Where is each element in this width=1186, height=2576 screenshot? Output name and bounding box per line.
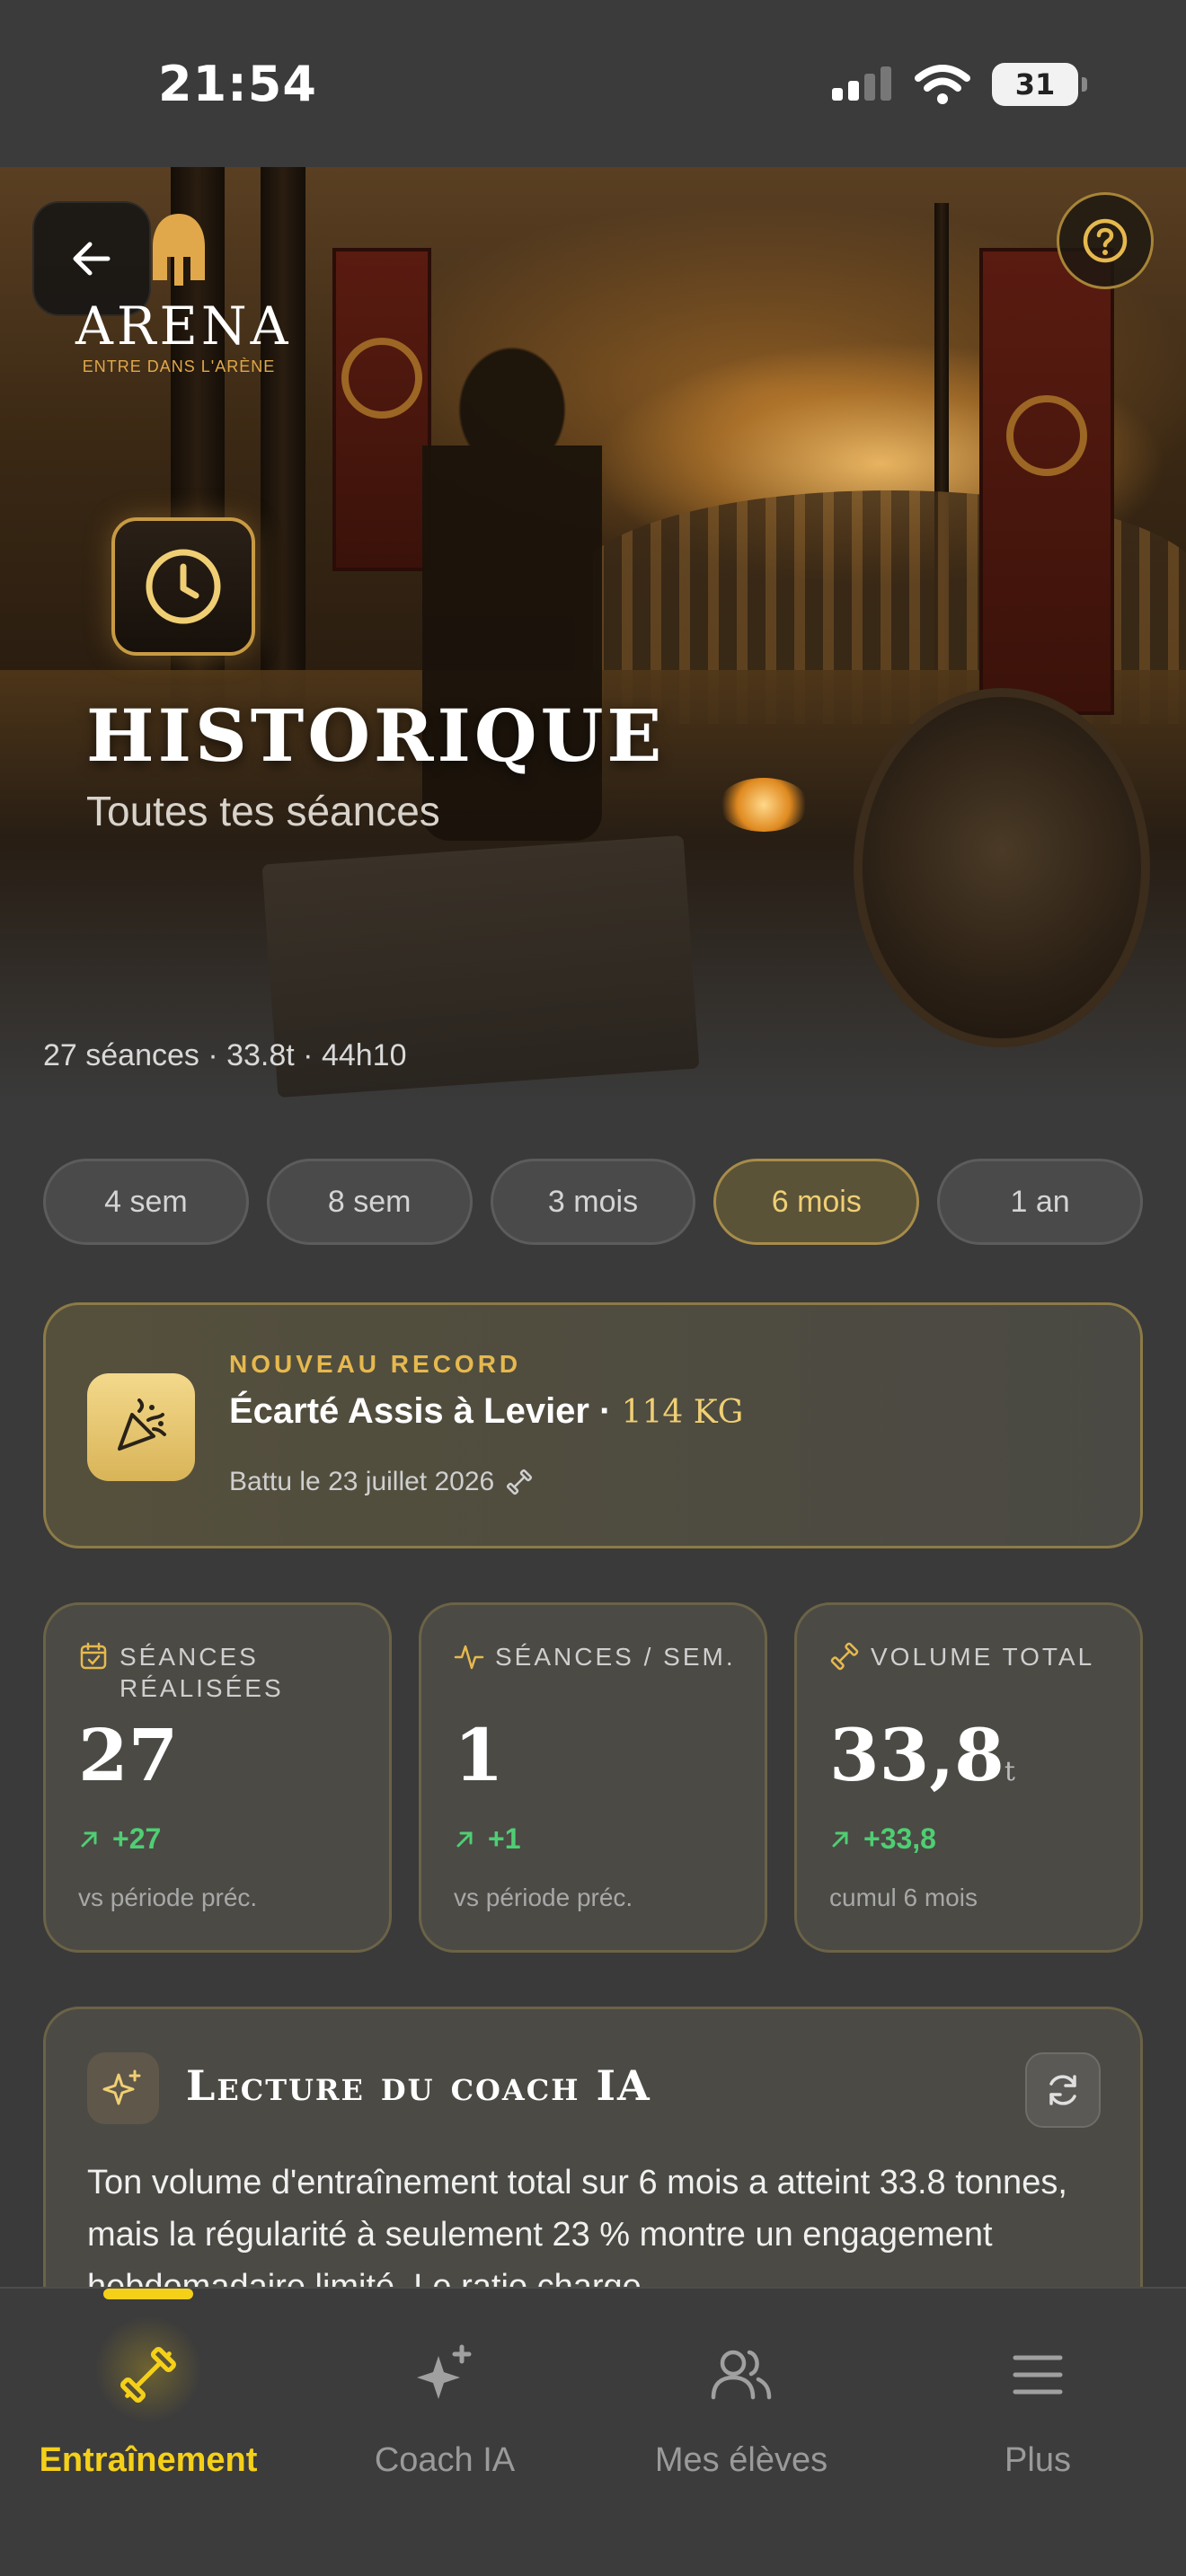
- tab-label: Mes élèves: [654, 2441, 828, 2479]
- stat-label: SÉANCES RÉALISÉES: [78, 1641, 371, 1704]
- refresh-icon: [1049, 2075, 1076, 2105]
- arena-logo: ARENA ENTRE DANS L'ARÈNE: [75, 210, 292, 376]
- period-selector: 4 sem 8 sem 3 mois 6 mois 1 an: [43, 1159, 1143, 1245]
- new-record-card[interactable]: NOUVEAU RECORD Écarté Assis à Levier · 1…: [43, 1302, 1143, 1548]
- stat-value: 33,8t: [829, 1713, 1015, 1797]
- period-chip-6-months[interactable]: 6 mois: [713, 1159, 920, 1245]
- stat-card-sessions: SÉANCES RÉALISÉES 27 +27 vs période préc…: [43, 1602, 392, 1953]
- tab-training[interactable]: Entraînement: [0, 2289, 296, 2504]
- status-icons: 31: [832, 63, 1087, 106]
- stat-label: SÉANCES / SEM.: [454, 1641, 747, 1672]
- coach-title: Lecture du coach IA: [186, 2061, 651, 2110]
- sparkles-icon: [102, 2069, 141, 2105]
- users-icon: [711, 2350, 772, 2400]
- stat-note: vs période préc.: [454, 1883, 633, 1911]
- status-bar: 21:54 31: [0, 0, 1186, 167]
- coach-icon-tile: [87, 2052, 159, 2124]
- stat-delta: +33,8: [829, 1822, 936, 1856]
- hero-banner-flag: [332, 248, 431, 571]
- helmet-logo-icon: [153, 214, 205, 286]
- hero-fire: [719, 778, 809, 832]
- dumbbell-icon: [830, 1642, 859, 1671]
- cellular-signal-icon: [832, 66, 891, 101]
- stat-card-sessions-per-week: SÉANCES / SEM. 1 +1 vs période préc.: [419, 1602, 767, 1953]
- party-popper-icon: [118, 1398, 166, 1451]
- period-chip-4-weeks[interactable]: 4 sem: [43, 1159, 249, 1245]
- stats-row: SÉANCES RÉALISÉES 27 +27 vs période préc…: [43, 1602, 1143, 1953]
- record-icon-tile: [87, 1373, 195, 1481]
- tab-label: Plus: [1005, 2441, 1071, 2479]
- dumbbell-icon: [120, 2347, 176, 2403]
- tab-label: Coach IA: [374, 2441, 516, 2479]
- arrow-up-right-icon: [81, 1831, 97, 1847]
- stat-note: cumul 6 mois: [829, 1883, 978, 1911]
- arrow-up-right-icon: [456, 1831, 473, 1847]
- tab-label: Entraînement: [39, 2441, 258, 2479]
- bottom-tab-bar: Entraînement Coach IA Mes élèves Plus: [0, 2287, 1186, 2576]
- menu-icon: [1013, 2355, 1063, 2395]
- history-badge: [111, 517, 255, 656]
- battery-indicator: 31: [992, 63, 1087, 106]
- sparkles-icon: [417, 2344, 472, 2399]
- page-title: HISTORIQUE: [86, 693, 666, 778]
- stat-value: 27: [78, 1713, 179, 1797]
- stat-value: 1: [454, 1713, 504, 1797]
- tab-active-indicator: [103, 2289, 193, 2299]
- question-circle-icon: [1083, 218, 1128, 263]
- record-exercise: Écarté Assis à Levier: [229, 1391, 589, 1431]
- dumbbell-icon: [507, 1469, 533, 1495]
- stat-label: VOLUME TOTAL: [829, 1641, 1122, 1672]
- record-weight: 114 KG: [621, 1394, 744, 1431]
- refresh-button[interactable]: [1025, 2052, 1101, 2128]
- hero-banner-flag: [979, 248, 1114, 715]
- help-button[interactable]: [1057, 192, 1154, 289]
- hero-shield: [854, 688, 1150, 1047]
- history-summary: 27 séances · 33.8t · 44h10: [43, 1038, 407, 1072]
- clock-icon: [146, 549, 221, 624]
- status-time: 21:54: [158, 56, 317, 112]
- stat-delta: +27: [78, 1822, 161, 1856]
- stat-delta: +1: [454, 1822, 520, 1856]
- stat-note: vs période préc.: [78, 1883, 258, 1911]
- record-title: Écarté Assis à Levier · 114 KG: [229, 1391, 743, 1432]
- record-kicker: NOUVEAU RECORD: [229, 1350, 522, 1378]
- record-date: Battu le 23 juillet 2026: [229, 1467, 495, 1496]
- record-separator: ·: [599, 1391, 612, 1431]
- tab-my-students[interactable]: Mes élèves: [593, 2289, 890, 2504]
- logo-tagline: ENTRE DANS L'ARÈNE: [82, 357, 276, 375]
- period-chip-3-months[interactable]: 3 mois: [490, 1159, 696, 1245]
- calendar-check-icon: [80, 1642, 107, 1670]
- arrow-up-right-icon: [832, 1831, 848, 1847]
- period-chip-1-year[interactable]: 1 an: [937, 1159, 1143, 1245]
- tab-more[interactable]: Plus: [890, 2289, 1186, 2504]
- logo-name: ARENA: [75, 296, 292, 357]
- activity-icon: [454, 1645, 484, 1670]
- wifi-icon: [915, 65, 970, 104]
- period-chip-8-weeks[interactable]: 8 sem: [266, 1159, 473, 1245]
- record-date-row: Battu le 23 juillet 2026: [229, 1467, 534, 1497]
- page-subtitle: Toutes tes séances: [86, 788, 440, 834]
- stat-card-total-volume: VOLUME TOTAL 33,8t +33,8 cumul 6 mois: [794, 1602, 1143, 1953]
- tab-coach-ai[interactable]: Coach IA: [296, 2289, 593, 2504]
